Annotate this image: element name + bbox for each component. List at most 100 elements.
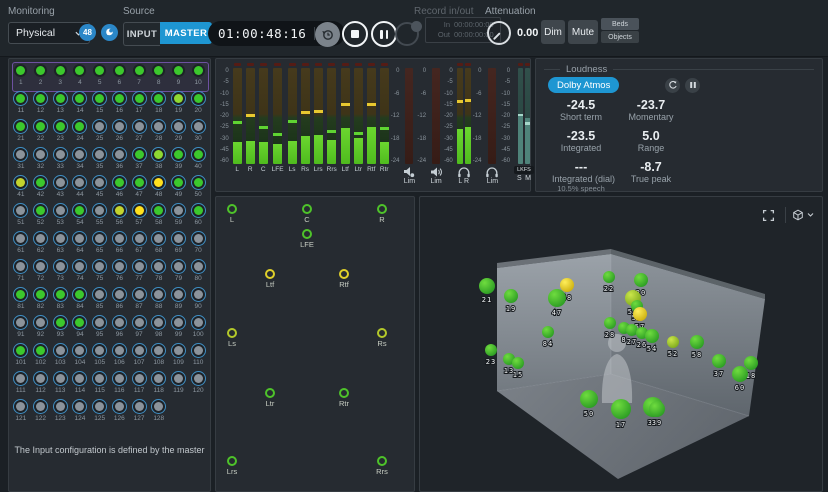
channel-indicator-24[interactable]: 24 (70, 119, 90, 147)
channel-indicator-98[interactable]: 98 (149, 315, 169, 343)
channel-indicator-100[interactable]: 100 (188, 315, 208, 343)
channel-indicator-89[interactable]: 89 (169, 287, 189, 315)
channel-indicator-5[interactable]: 5 (90, 63, 110, 91)
channel-indicator-10[interactable]: 10 (188, 63, 208, 91)
channel-indicator-60[interactable]: 60 (188, 203, 208, 231)
objects-button[interactable]: Objects (601, 31, 639, 43)
channel-indicator-17[interactable]: 17 (129, 91, 149, 119)
channel-indicator-94[interactable]: 94 (70, 315, 90, 343)
channel-indicator-92[interactable]: 92 (31, 315, 51, 343)
channel-indicator-44[interactable]: 44 (70, 175, 90, 203)
channel-indicator-109[interactable]: 109 (169, 343, 189, 371)
channel-indicator-107[interactable]: 107 (129, 343, 149, 371)
channel-indicator-34[interactable]: 34 (70, 147, 90, 175)
channel-indicator-114[interactable]: 114 (70, 371, 90, 399)
channel-indicator-57[interactable]: 57 (129, 203, 149, 231)
channel-indicator-28[interactable]: 28 (149, 119, 169, 147)
channel-indicator-97[interactable]: 97 (129, 315, 149, 343)
channel-indicator-3[interactable]: 3 (50, 63, 70, 91)
tab-dolby-atmos[interactable]: Dolby Atmos (548, 77, 619, 93)
channel-indicator-108[interactable]: 108 (149, 343, 169, 371)
channel-indicator-1[interactable]: 1 (11, 63, 31, 91)
channel-indicator-11[interactable]: 11 (11, 91, 31, 119)
channel-indicator-37[interactable]: 37 (129, 147, 149, 175)
channel-indicator-73[interactable]: 73 (50, 259, 70, 287)
channel-indicator-8[interactable]: 8 (149, 63, 169, 91)
channel-indicator-21[interactable]: 21 (11, 119, 31, 147)
channel-indicator-69[interactable]: 69 (169, 231, 189, 259)
channel-indicator-26[interactable]: 26 (110, 119, 130, 147)
channel-indicator-55[interactable]: 55 (90, 203, 110, 231)
channel-indicator-111[interactable]: 111 (11, 371, 31, 399)
channel-indicator-46[interactable]: 46 (110, 175, 130, 203)
channel-indicator-25[interactable]: 25 (90, 119, 110, 147)
channel-indicator-104[interactable]: 104 (70, 343, 90, 371)
channel-indicator-13[interactable]: 13 (50, 91, 70, 119)
channel-indicator-22[interactable]: 22 (31, 119, 51, 147)
channel-indicator-128[interactable]: 128 (149, 399, 169, 427)
attenuation-knob[interactable] (487, 21, 511, 45)
input-button[interactable]: INPUT (123, 22, 160, 46)
channel-indicator-27[interactable]: 27 (129, 119, 149, 147)
channel-indicator-43[interactable]: 43 (50, 175, 70, 203)
dim-button[interactable]: Dim (541, 20, 565, 44)
channel-indicator-4[interactable]: 4 (70, 63, 90, 91)
channel-indicator-48[interactable]: 48 (149, 175, 169, 203)
channel-indicator-124[interactable]: 124 (70, 399, 90, 427)
loudness-pause-button[interactable] (685, 78, 700, 93)
mute-button[interactable]: Mute (568, 20, 598, 44)
channel-indicator-70[interactable]: 70 (188, 231, 208, 259)
channel-indicator-36[interactable]: 36 (110, 147, 130, 175)
channel-indicator-83[interactable]: 83 (50, 287, 70, 315)
channel-indicator-101[interactable]: 101 (11, 343, 31, 371)
channel-indicator-93[interactable]: 93 (50, 315, 70, 343)
channel-indicator-119[interactable]: 119 (169, 371, 189, 399)
channel-indicator-38[interactable]: 38 (149, 147, 169, 175)
channel-indicator-68[interactable]: 68 (149, 231, 169, 259)
channel-indicator-123[interactable]: 123 (50, 399, 70, 427)
channel-indicator-20[interactable]: 20 (188, 91, 208, 119)
monitoring-select[interactable]: Physical (8, 22, 90, 44)
channel-indicator-122[interactable]: 122 (31, 399, 51, 427)
channel-indicator-23[interactable]: 23 (50, 119, 70, 147)
channel-indicator-125[interactable]: 125 (90, 399, 110, 427)
channel-indicator-41[interactable]: 41 (11, 175, 31, 203)
channel-indicator-86[interactable]: 86 (110, 287, 130, 315)
channel-indicator-87[interactable]: 87 (129, 287, 149, 315)
channel-indicator-39[interactable]: 39 (169, 147, 189, 175)
channel-indicator-40[interactable]: 40 (188, 147, 208, 175)
master-button[interactable]: MASTER (160, 22, 212, 44)
channel-indicator-12[interactable]: 12 (31, 91, 51, 119)
channel-indicator-103[interactable]: 103 (50, 343, 70, 371)
channel-indicator-6[interactable]: 6 (110, 63, 130, 91)
render-mode-icon[interactable] (101, 24, 118, 41)
channel-indicator-62[interactable]: 62 (31, 231, 51, 259)
channel-indicator-32[interactable]: 32 (31, 147, 51, 175)
channel-indicator-78[interactable]: 78 (149, 259, 169, 287)
channel-indicator-59[interactable]: 59 (169, 203, 189, 231)
channel-indicator-52[interactable]: 52 (31, 203, 51, 231)
channel-indicator-54[interactable]: 54 (70, 203, 90, 231)
channel-indicator-115[interactable]: 115 (90, 371, 110, 399)
channel-indicator-53[interactable]: 53 (50, 203, 70, 231)
channel-indicator-82[interactable]: 82 (31, 287, 51, 315)
channel-indicator-45[interactable]: 45 (90, 175, 110, 203)
channel-indicator-42[interactable]: 42 (31, 175, 51, 203)
channel-indicator-61[interactable]: 61 (11, 231, 31, 259)
stop-button[interactable] (342, 21, 368, 47)
channel-indicator-99[interactable]: 99 (169, 315, 189, 343)
channel-indicator-127[interactable]: 127 (129, 399, 149, 427)
pause-button[interactable] (371, 21, 397, 47)
channel-indicator-85[interactable]: 85 (90, 287, 110, 315)
channel-indicator-47[interactable]: 47 (129, 175, 149, 203)
channel-indicator-118[interactable]: 118 (149, 371, 169, 399)
channel-indicator-102[interactable]: 102 (31, 343, 51, 371)
channel-indicator-29[interactable]: 29 (169, 119, 189, 147)
channel-indicator-63[interactable]: 63 (50, 231, 70, 259)
sync-to-timecode-button[interactable] (315, 22, 340, 47)
channel-indicator-91[interactable]: 91 (11, 315, 31, 343)
fullscreen-button[interactable] (757, 205, 779, 225)
channel-indicator-65[interactable]: 65 (90, 231, 110, 259)
channel-indicator-113[interactable]: 113 (50, 371, 70, 399)
channel-indicator-74[interactable]: 74 (70, 259, 90, 287)
